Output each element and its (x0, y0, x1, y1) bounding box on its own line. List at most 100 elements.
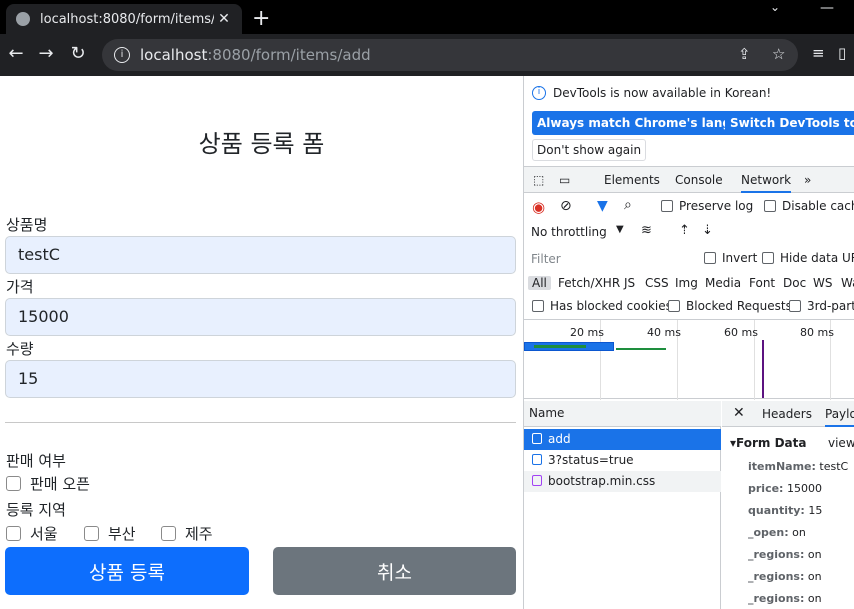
stylesheet-icon (532, 475, 542, 486)
devtools-panel: i DevTools is now available in Korean! A… (523, 76, 854, 609)
filter-ws[interactable]: WS (813, 276, 832, 290)
item-name-input[interactable]: testC (5, 236, 516, 274)
tab-search-icon[interactable]: ⌄ (770, 0, 780, 14)
price-input[interactable]: 15000 (5, 298, 516, 336)
filter-fetch-xhr[interactable]: Fetch/XHR (558, 276, 620, 290)
form-data-value: 15 (808, 504, 823, 517)
close-detail-icon[interactable]: ✕ (733, 405, 745, 421)
cancel-button[interactable]: 취소 (273, 547, 516, 595)
info-icon: i (532, 86, 546, 100)
request-row[interactable]: 3?status=true (524, 450, 721, 471)
clear-icon[interactable]: ⊘ (560, 198, 572, 214)
disable-cache-checkbox[interactable] (764, 200, 776, 212)
region-section-label: 등록 지역 (6, 501, 66, 519)
timeline-bar (616, 348, 666, 350)
disable-cache-label: Disable cache (782, 199, 854, 213)
export-har-icon[interactable]: ⇣ (702, 223, 713, 238)
hide-data-urls-label: Hide data URLs (780, 251, 854, 265)
form-data-key: _regions: (748, 570, 805, 583)
third-party-checkbox[interactable] (789, 300, 801, 312)
search-icon[interactable]: ⌕ (624, 197, 632, 213)
reading-list-icon[interactable]: ≡ (812, 44, 825, 62)
hide-data-urls-checkbox[interactable] (762, 252, 774, 264)
site-info-icon[interactable]: i (114, 47, 130, 63)
back-icon[interactable]: ← (4, 43, 28, 64)
bookmark-star-icon[interactable]: ☆ (772, 45, 785, 63)
request-name: add (548, 432, 571, 446)
item-name-label: 상품명 (6, 216, 48, 234)
has-blocked-cookies-checkbox[interactable] (532, 300, 544, 312)
share-icon[interactable]: ⇪ (738, 45, 751, 63)
tab-elements[interactable]: Elements (604, 173, 660, 187)
filter-input[interactable]: Filter (531, 252, 561, 266)
submit-button[interactable]: 상품 등록 (5, 547, 249, 595)
preserve-log-label: Preserve log (679, 199, 754, 213)
form-data-row: _open: on (748, 526, 806, 539)
blocked-requests-label: Blocked Requests (686, 299, 792, 313)
forward-icon[interactable]: → (34, 43, 58, 64)
third-party-label: 3rd-party requests (807, 299, 854, 313)
region-jeju-label[interactable]: 제주 (185, 523, 213, 544)
form-data-row: quantity: 15 (748, 504, 822, 517)
filter-img[interactable]: Img (675, 276, 698, 290)
network-conditions-icon[interactable]: ≋ (641, 223, 652, 238)
timeline-tick-label: 80 ms (800, 326, 834, 339)
blocked-requests-checkbox[interactable] (668, 300, 680, 312)
import-har-icon[interactable]: ⇡ (679, 223, 690, 238)
form-data-row: _regions: on (748, 548, 822, 561)
tab-console[interactable]: Console (675, 173, 723, 187)
form-data-row: _regions: on (748, 592, 822, 605)
filter-row: Filter Invert Hide data URLs (524, 248, 854, 273)
name-column-header[interactable]: Name (524, 401, 721, 427)
preserve-log-checkbox[interactable] (661, 200, 673, 212)
filter-font[interactable]: Font (749, 276, 775, 290)
record-icon[interactable]: ◉ (532, 198, 545, 216)
form-data-toggle[interactable]: ▾Form Data (730, 436, 806, 450)
filter-all[interactable]: All (528, 276, 551, 290)
filter-icon[interactable]: ▼ (597, 198, 608, 214)
address-bar[interactable]: i localhost:8080/form/items/add ⇪ ☆ (102, 39, 798, 71)
chevron-down-icon[interactable]: ▼ (616, 224, 624, 235)
blocked-filter-row: Has blocked cookies Blocked Requests 3rd… (524, 296, 854, 321)
more-tabs-icon[interactable]: » (804, 173, 811, 187)
form-data-key: _regions: (748, 592, 805, 605)
region-seoul-checkbox[interactable] (6, 526, 21, 541)
network-toolbar: ◉ ⊘ ▼ ⌕ Preserve log Disable cache (524, 196, 854, 221)
view-source-link[interactable]: view source (828, 436, 854, 450)
filter-wasm[interactable]: Wasm (841, 276, 854, 290)
filter-media[interactable]: Media (705, 276, 741, 290)
tab-payload[interactable]: Payload (825, 407, 854, 427)
region-jeju-checkbox[interactable] (161, 526, 176, 541)
minimize-icon[interactable]: — (820, 0, 834, 16)
quantity-input[interactable]: 15 (5, 360, 516, 398)
request-row[interactable]: add (524, 429, 721, 450)
side-panel-icon[interactable]: ▯ (838, 44, 846, 62)
dont-show-again-button[interactable]: Don't show again (532, 139, 647, 161)
invert-checkbox[interactable] (704, 252, 716, 264)
request-row[interactable]: bootstrap.min.css (524, 471, 721, 492)
throttling-select[interactable]: No throttling (531, 225, 607, 239)
device-toggle-icon[interactable]: ▭ (559, 173, 570, 187)
sale-open-label[interactable]: 판매 오픈 (30, 473, 90, 494)
close-tab-icon[interactable]: ✕ (214, 11, 234, 27)
tab-network[interactable]: Network (741, 173, 792, 193)
filter-doc[interactable]: Doc (783, 276, 806, 290)
tab-title: localhost:8080/form/items/add (40, 11, 214, 27)
throttle-toolbar: No throttling ▼ ≋ ⇡ ⇣ (524, 222, 854, 247)
new-tab-button[interactable]: + (252, 6, 270, 31)
inspect-icon[interactable]: ⬚ (533, 173, 544, 187)
network-timeline[interactable]: 20 ms 40 ms 60 ms 80 ms (524, 319, 854, 400)
sale-open-checkbox[interactable] (6, 476, 21, 491)
tab-headers[interactable]: Headers (762, 407, 812, 421)
reload-icon[interactable]: ↻ (66, 43, 90, 64)
region-busan-label[interactable]: 부산 (108, 523, 136, 544)
filter-css[interactable]: CSS (645, 276, 669, 290)
form-data-value: testC (819, 460, 849, 473)
filter-js[interactable]: JS (624, 276, 635, 290)
form-data-row: _regions: on (748, 570, 822, 583)
region-busan-checkbox[interactable] (84, 526, 99, 541)
request-name: 3?status=true (548, 453, 634, 467)
region-seoul-label[interactable]: 서울 (30, 523, 58, 544)
browser-tab[interactable]: localhost:8080/form/items/add ✕ (6, 4, 242, 34)
switch-language-button[interactable]: Switch DevTools to Korean (725, 111, 854, 135)
